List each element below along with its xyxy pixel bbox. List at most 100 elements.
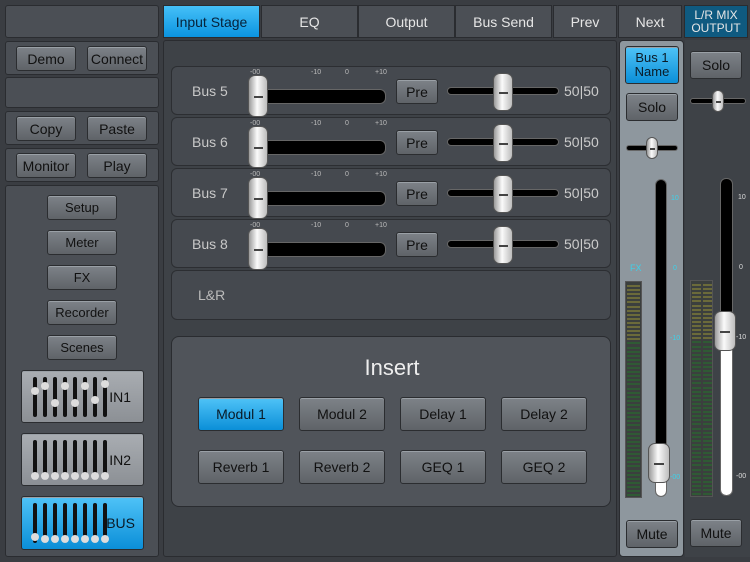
tab-eq[interactable]: EQ	[261, 5, 358, 38]
send-level-slider[interactable]	[252, 89, 386, 104]
level-scale-tick: 0	[345, 69, 349, 76]
level-scale-tick: -10	[311, 171, 322, 178]
meter-segment	[692, 284, 701, 286]
mini-fader-knob	[101, 380, 109, 389]
insert-delay-2-button[interactable]: Delay 2	[501, 397, 587, 431]
meter-segment	[692, 423, 701, 426]
bus-pan-knob[interactable]	[646, 137, 658, 159]
mini-fader-track	[53, 377, 57, 417]
recorder-button[interactable]: Recorder	[47, 300, 117, 325]
insert-modul-1-button[interactable]: Modul 1	[198, 397, 284, 431]
lr-fader-knob[interactable]	[714, 311, 736, 352]
send-level-slider[interactable]	[252, 191, 386, 206]
pan-value: 50|50	[564, 236, 599, 252]
lr-row-label: L&R	[198, 287, 226, 303]
insert-modul-2-button[interactable]: Modul 2	[299, 397, 385, 431]
meter-segment	[703, 456, 712, 459]
bank-in1-button[interactable]: IN1	[21, 370, 144, 423]
meter-segment	[627, 334, 640, 337]
insert-title: Insert	[364, 355, 420, 380]
paste-button[interactable]: Paste	[87, 116, 147, 141]
meter-segment	[627, 428, 640, 431]
meter-segment	[703, 304, 712, 307]
bank-bus-button[interactable]: BUS	[21, 496, 144, 550]
insert-reverb-2-button[interactable]: Reverb 2	[299, 450, 385, 484]
bus-tick: -10	[670, 335, 681, 342]
meter-segment	[627, 395, 640, 398]
level-scale-tick: +10	[375, 69, 387, 76]
pan-knob[interactable]	[493, 124, 513, 162]
demo-button[interactable]: Demo	[16, 46, 76, 71]
copy-button[interactable]: Copy	[16, 116, 76, 141]
meter-segment	[627, 354, 640, 357]
send-level-knob[interactable]	[248, 126, 268, 168]
tab-bus-send[interactable]: Bus Send	[455, 5, 552, 38]
meter-segment	[627, 469, 640, 472]
bus-row: Bus 5 -00 -10 0 +10 Pre 50|50	[171, 66, 611, 117]
meter-segment	[692, 480, 701, 483]
mini-fader-knob	[51, 399, 59, 408]
send-level-knob[interactable]	[248, 75, 268, 117]
tab-output[interactable]: Output	[358, 5, 455, 38]
meter-segment	[627, 305, 640, 308]
connect-button[interactable]: Connect	[87, 46, 147, 71]
meter-segment	[692, 489, 701, 491]
meter-segment	[703, 341, 712, 344]
meter-segment	[703, 480, 712, 483]
insert-delay-1-button[interactable]: Delay 1	[400, 397, 486, 431]
bank-in2-button[interactable]: IN2	[21, 433, 144, 486]
setup-button[interactable]: Setup	[47, 195, 117, 220]
meter-segment	[627, 453, 640, 456]
left-blank-1	[5, 5, 159, 38]
send-level-slider[interactable]	[252, 140, 386, 155]
send-level-slider[interactable]	[252, 242, 386, 257]
meter-segment	[703, 378, 712, 381]
pre-button[interactable]: Pre	[396, 181, 438, 206]
mini-fader-knob	[41, 535, 49, 543]
meter-segment	[703, 308, 712, 311]
next-button[interactable]: Next	[618, 5, 682, 38]
pre-button[interactable]: Pre	[396, 130, 438, 155]
bus-mute-button[interactable]: Mute	[626, 520, 678, 548]
pan-knob[interactable]	[493, 175, 513, 213]
pre-button[interactable]: Pre	[396, 232, 438, 257]
bus-row: Bus 8 -00 -10 0 +10 Pre 50|50	[171, 219, 611, 270]
lr-pan-knob[interactable]	[712, 90, 724, 112]
monitor-button[interactable]: Monitor	[16, 153, 76, 178]
fx-button[interactable]: FX	[47, 265, 117, 290]
meter-segment	[703, 398, 712, 401]
prev-button[interactable]: Prev	[553, 5, 617, 38]
tab-input-stage[interactable]: Input Stage	[163, 5, 260, 38]
meter-segment	[703, 345, 712, 348]
scenes-button[interactable]: Scenes	[47, 335, 117, 360]
meter-segment	[692, 435, 701, 438]
bus-solo-button[interactable]: Solo	[626, 93, 678, 121]
bus-name-button[interactable]: Bus 1 Name	[625, 46, 679, 84]
send-level-knob[interactable]	[248, 228, 268, 270]
meter-segment	[703, 443, 712, 446]
bank-label: IN2	[109, 451, 131, 468]
insert-reverb-1-button[interactable]: Reverb 1	[198, 450, 284, 484]
meter-segment	[703, 472, 712, 475]
meter-segment	[692, 398, 701, 401]
lr-row: L&R	[171, 270, 611, 320]
mini-fader-knob	[51, 535, 59, 543]
pan-knob[interactable]	[493, 73, 513, 111]
meter-segment	[627, 432, 640, 435]
mini-faders-icon	[28, 440, 109, 480]
insert-geq-1-button[interactable]: GEQ 1	[400, 450, 486, 484]
meter-segment	[692, 357, 701, 360]
insert-geq-2-button[interactable]: GEQ 2	[501, 450, 587, 484]
pre-button[interactable]: Pre	[396, 79, 438, 104]
send-level-knob[interactable]	[248, 177, 268, 219]
mini-fader-knob	[61, 535, 69, 543]
meter-segment	[627, 490, 640, 492]
meter-segment	[703, 312, 712, 315]
play-button[interactable]: Play	[87, 153, 147, 178]
pan-knob[interactable]	[493, 226, 513, 264]
lr-solo-button[interactable]: Solo	[690, 51, 742, 79]
lr-mute-button[interactable]: Mute	[690, 519, 742, 547]
bus-fader-knob[interactable]	[648, 443, 670, 484]
meter-button[interactable]: Meter	[47, 230, 117, 255]
pan-value: 50|50	[564, 134, 599, 150]
